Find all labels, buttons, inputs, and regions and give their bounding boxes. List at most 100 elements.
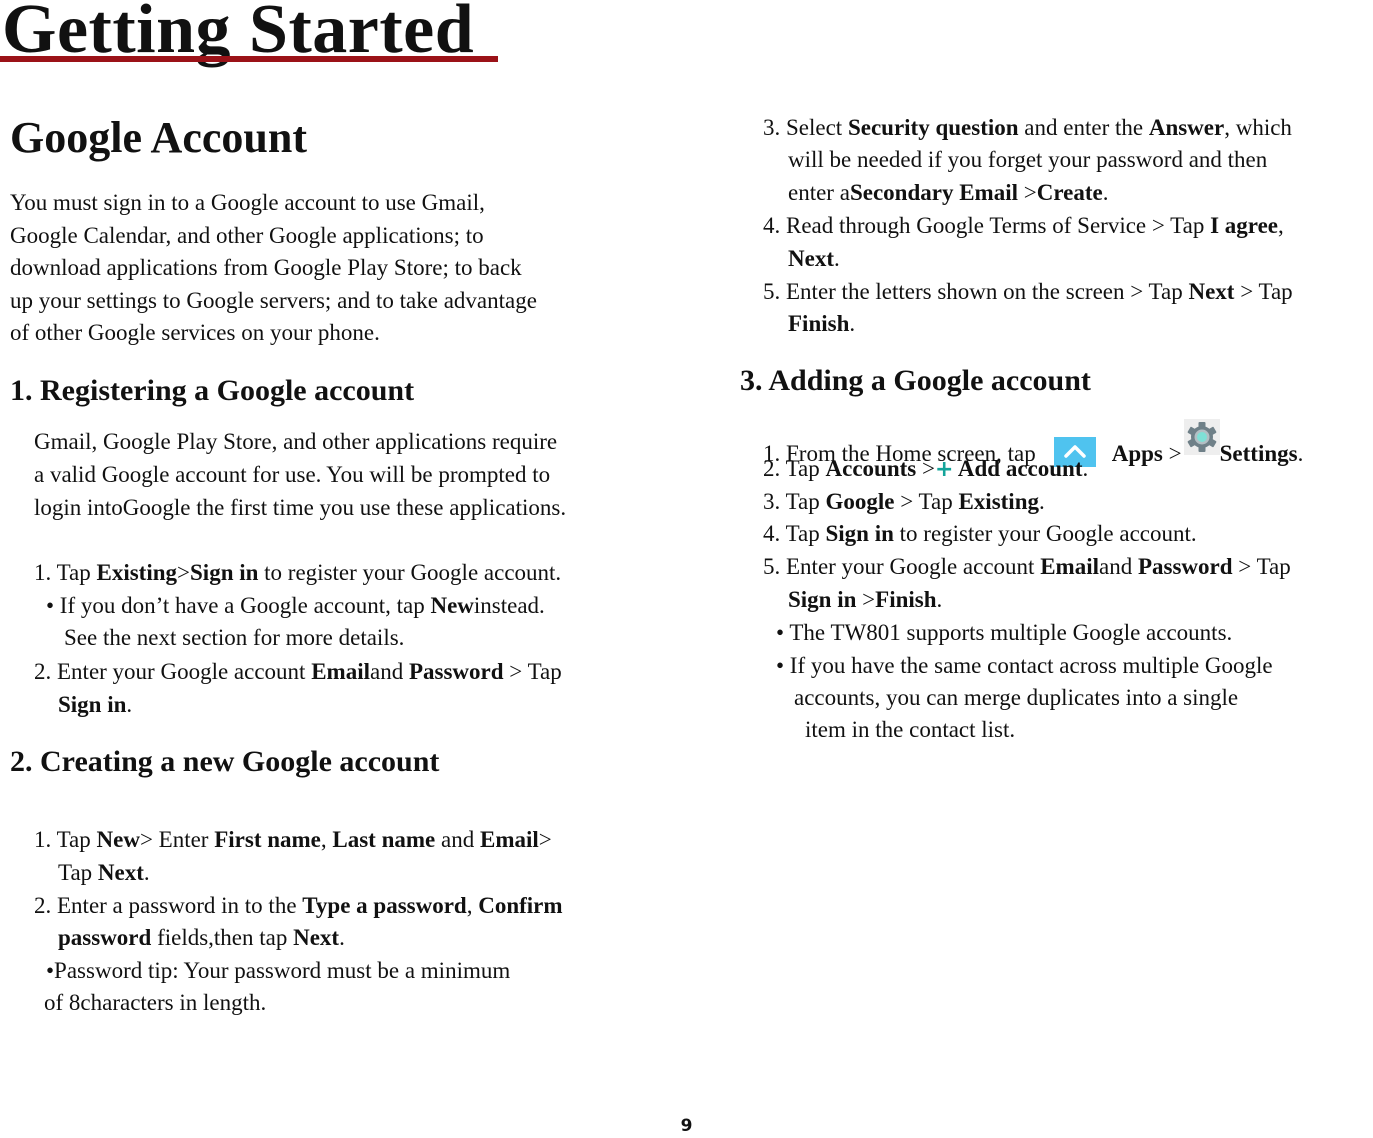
ui-term-type-a-password: Type a password (302, 893, 467, 918)
ui-term-password: Password (408, 659, 504, 684)
settings-gear-icon (1183, 419, 1220, 455)
step-line: Tap Next. (58, 856, 150, 889)
text: . (126, 692, 133, 717)
text: > (1017, 180, 1037, 205)
ui-term-security-question: Security question (847, 115, 1019, 140)
text: . (339, 925, 345, 950)
text: > (1162, 441, 1182, 466)
step-line: will be needed if you forget your passwo… (788, 147, 1268, 172)
ui-term-finish: Finish (875, 587, 937, 612)
subheading-creating: 2. Creating a new Google account (10, 745, 440, 778)
step-line: Next. (788, 242, 840, 275)
ui-term-email: Email (479, 827, 539, 852)
ui-term-next: Next (97, 860, 144, 885)
text: . (849, 311, 856, 336)
step-line: enter aSecondary Email >Create. (788, 176, 1108, 209)
tip-line: •Password tip: Your password must be a m… (46, 958, 511, 983)
intro-line: You must sign in to a Google account to … (10, 190, 485, 215)
ui-term-email: Email (1040, 554, 1099, 579)
ui-term-existing: Existing (96, 560, 178, 585)
step-line: 4. Tap Sign in to register your Google a… (763, 517, 1197, 550)
ui-term-next: Next (788, 246, 834, 271)
ui-term-sign-in: Sign in (190, 560, 259, 585)
text: to register your Google account. (893, 521, 1197, 546)
step-line: Sign in >Finish. (788, 583, 942, 616)
text: 4. Read through Google Terms of Service … (763, 213, 1211, 238)
text: Tap (58, 860, 98, 885)
ui-term-next: Next (1188, 279, 1235, 304)
text: > Tap (1234, 279, 1293, 304)
ui-term-new: New (96, 827, 140, 852)
section-heading-google-account: Google Account (10, 113, 307, 162)
text: . (1082, 456, 1089, 481)
step-line: 5. Enter the letters shown on the screen… (763, 275, 1293, 308)
intro-line: of other Google services on your phone. (10, 320, 380, 345)
text: > Enter (139, 827, 215, 852)
step-line: 3. Tap Google > Tap Existing. (763, 485, 1045, 518)
bullet-line: • If you don’t have a Google account, ta… (46, 589, 545, 622)
bullet-line: • The TW801 supports multiple Google acc… (776, 620, 1233, 645)
text: , which (1224, 115, 1292, 140)
text: > (916, 456, 935, 481)
step-line: 2. Tap Accounts >+ Add account. (763, 452, 1088, 486)
paragraph-line: Gmail, Google Play Store, and other appl… (34, 429, 558, 454)
step-line: Sign in. (58, 688, 132, 721)
text: 1. Tap (34, 827, 97, 852)
step-line: password fields,then tap Next. (58, 921, 345, 954)
text: , (466, 893, 479, 918)
text: and enter the (1018, 115, 1149, 140)
ui-term-sign-in: Sign in (825, 521, 894, 546)
text: 3. Select (763, 115, 848, 140)
ui-term-last-name: Last name (332, 827, 436, 852)
ui-term-accounts: Accounts (825, 456, 917, 481)
text: 5. Enter your Google account (763, 554, 1041, 579)
text: > Tap (894, 489, 959, 514)
text: > Tap (503, 659, 562, 684)
step-line: 2. Enter a password in to the Type a pas… (34, 889, 563, 922)
text: and (369, 659, 409, 684)
subheading-adding: 3. Adding a Google account (740, 364, 1091, 397)
ui-term-add-account: Add account (953, 456, 1083, 481)
text: , (1278, 213, 1284, 238)
ui-term-secondary-email: Secondary Email (849, 180, 1018, 205)
ui-term-first-name: First name (214, 827, 321, 852)
page-number: 9 (680, 1116, 693, 1136)
tip-line: of 8characters in length. (44, 990, 267, 1015)
ui-term-password: password (58, 925, 152, 950)
text: enter a (788, 180, 850, 205)
text: > (856, 587, 876, 612)
ui-term-email: Email (311, 659, 370, 684)
text: > (177, 560, 191, 585)
text: 2. Enter your Google account (34, 659, 312, 684)
text: fields,then tap (151, 925, 294, 950)
subheading-registering: 1. Registering a Google account (10, 374, 415, 407)
ui-term-i-agree: I agree (1210, 213, 1279, 238)
intro-line: Google Calendar, and other Google applic… (10, 223, 484, 248)
ui-term-next: Next (293, 925, 340, 950)
text: 1. Tap (34, 560, 97, 585)
text: to register your Google account. (258, 560, 562, 585)
text: . (833, 246, 840, 271)
text: . (936, 587, 943, 612)
step-line: 1. Tap New> Enter First name, Last name … (34, 823, 552, 856)
text: , (320, 827, 333, 852)
ui-term-answer: Answer (1148, 115, 1225, 140)
ui-term-new: New (430, 593, 474, 618)
text: 2. Tap (763, 456, 826, 481)
text: . (1102, 180, 1109, 205)
step-line: 4. Read through Google Terms of Service … (763, 209, 1284, 242)
text: . (143, 860, 150, 885)
text: 2. Enter a password in to the (34, 893, 303, 918)
ui-term-sign-in: Sign in (788, 587, 857, 612)
intro-line: download applications from Google Play S… (10, 255, 522, 280)
bullet-line: See the next section for more details. (64, 625, 405, 650)
bullet-line: item in the contact list. (805, 717, 1016, 742)
text: and (435, 827, 480, 852)
ui-term-password: Password (1137, 554, 1233, 579)
text: > Tap (1232, 554, 1291, 579)
ui-term-existing: Existing (958, 489, 1039, 514)
ui-term-settings: Settings (1219, 441, 1298, 466)
step-line: 5. Enter your Google account Emailand Pa… (763, 550, 1291, 583)
bullet-line: accounts, you can merge duplicates into … (794, 685, 1239, 710)
ui-term-create: Create (1036, 180, 1103, 205)
